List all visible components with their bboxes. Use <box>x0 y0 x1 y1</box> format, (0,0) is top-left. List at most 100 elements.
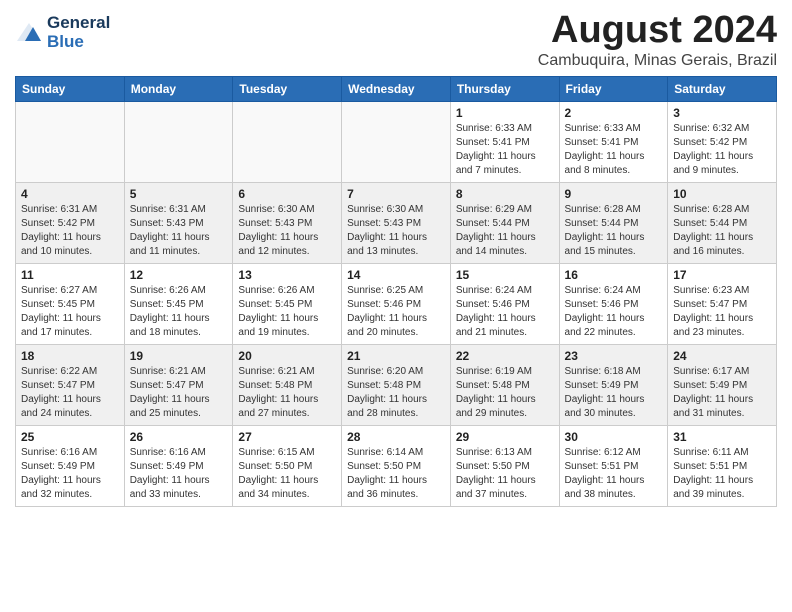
day-number: 9 <box>565 187 663 201</box>
calendar-cell <box>342 101 451 182</box>
logo-text-line2: Blue <box>47 33 110 52</box>
calendar-cell: 3 Sunrise: 6:32 AM Sunset: 5:42 PM Daylig… <box>668 101 777 182</box>
day-info: Sunrise: 6:25 AM Sunset: 5:46 PM Dayligh… <box>347 284 445 340</box>
logo-text-line1: General <box>47 14 110 33</box>
day-number: 4 <box>21 187 119 201</box>
day-info: Sunrise: 6:30 AM Sunset: 5:43 PM Dayligh… <box>347 203 445 259</box>
calendar-cell: 7Sunrise: 6:30 AM Sunset: 5:43 PM Daylig… <box>342 182 451 263</box>
day-number: 29 <box>456 430 554 444</box>
calendar-cell: 10 Sunrise: 6:28 AM Sunset: 5:44 PM Dayli… <box>668 182 777 263</box>
day-info: Sunrise: 6:32 AM Sunset: 5:42 PM Dayligh… <box>673 122 771 178</box>
day-info: Sunrise: 6:19 AM Sunset: 5:48 PM Dayligh… <box>456 365 554 421</box>
day-info: Sunrise: 6:28 AM Sunset: 5:44 PM Dayligh… <box>565 203 663 259</box>
weekday-header-monday: Monday <box>124 76 233 101</box>
day-number: 30 <box>565 430 663 444</box>
day-info: Sunrise: 6:22 AM Sunset: 5:47 PM Dayligh… <box>21 365 119 421</box>
day-number: 10 <box>673 187 771 201</box>
day-info: Sunrise: 6:21 AM Sunset: 5:47 PM Dayligh… <box>130 365 228 421</box>
title-area: August 2024 Cambuquira, Minas Gerais, Br… <box>538 10 777 70</box>
day-info: Sunrise: 6:17 AM Sunset: 5:49 PM Dayligh… <box>673 365 771 421</box>
weekday-header-friday: Friday <box>559 76 668 101</box>
day-info: Sunrise: 6:15 AM Sunset: 5:50 PM Dayligh… <box>238 446 336 502</box>
month-title: August 2024 <box>538 10 777 52</box>
calendar-cell: 23 Sunrise: 6:18 AM Sunset: 5:49 PM Dayli… <box>559 344 668 425</box>
logo: General Blue <box>15 14 110 51</box>
day-info: Sunrise: 6:26 AM Sunset: 5:45 PM Dayligh… <box>130 284 228 340</box>
calendar-cell <box>16 101 125 182</box>
calendar-cell: 26 Sunrise: 6:16 AM Sunset: 5:49 PM Dayli… <box>124 425 233 506</box>
calendar-cell <box>233 101 342 182</box>
day-number: 31 <box>673 430 771 444</box>
day-info: Sunrise: 6:28 AM Sunset: 5:44 PM Dayligh… <box>673 203 771 259</box>
location-title: Cambuquira, Minas Gerais, Brazil <box>538 52 777 70</box>
day-number: 15 <box>456 268 554 282</box>
weekday-header-saturday: Saturday <box>668 76 777 101</box>
calendar-cell: 15 Sunrise: 6:24 AM Sunset: 5:46 PM Dayli… <box>450 263 559 344</box>
calendar-table: SundayMondayTuesdayWednesdayThursdayFrid… <box>15 76 777 507</box>
calendar-cell: 24 Sunrise: 6:17 AM Sunset: 5:49 PM Dayli… <box>668 344 777 425</box>
calendar-week-row: 25 Sunrise: 6:16 AM Sunset: 5:49 PM Dayli… <box>16 425 777 506</box>
calendar-cell: 8 Sunrise: 6:29 AM Sunset: 5:44 PM Daylig… <box>450 182 559 263</box>
calendar-cell: 16Sunrise: 6:24 AM Sunset: 5:46 PM Dayli… <box>559 263 668 344</box>
day-info: Sunrise: 6:13 AM Sunset: 5:50 PM Dayligh… <box>456 446 554 502</box>
logo-icon <box>15 19 43 47</box>
day-number: 18 <box>21 349 119 363</box>
page-header: General Blue August 2024 Cambuquira, Min… <box>15 10 777 70</box>
day-info: Sunrise: 6:11 AM Sunset: 5:51 PM Dayligh… <box>673 446 771 502</box>
day-info: Sunrise: 6:12 AM Sunset: 5:51 PM Dayligh… <box>565 446 663 502</box>
calendar-cell: 19Sunrise: 6:21 AM Sunset: 5:47 PM Dayli… <box>124 344 233 425</box>
day-number: 24 <box>673 349 771 363</box>
day-number: 13 <box>238 268 336 282</box>
day-info: Sunrise: 6:26 AM Sunset: 5:45 PM Dayligh… <box>238 284 336 340</box>
day-info: Sunrise: 6:16 AM Sunset: 5:49 PM Dayligh… <box>130 446 228 502</box>
day-info: Sunrise: 6:31 AM Sunset: 5:42 PM Dayligh… <box>21 203 119 259</box>
weekday-header-tuesday: Tuesday <box>233 76 342 101</box>
day-info: Sunrise: 6:18 AM Sunset: 5:49 PM Dayligh… <box>565 365 663 421</box>
calendar-cell: 11 Sunrise: 6:27 AM Sunset: 5:45 PM Dayli… <box>16 263 125 344</box>
calendar-cell: 22 Sunrise: 6:19 AM Sunset: 5:48 PM Dayli… <box>450 344 559 425</box>
day-number: 17 <box>673 268 771 282</box>
weekday-header-thursday: Thursday <box>450 76 559 101</box>
day-number: 11 <box>21 268 119 282</box>
calendar-cell: 29 Sunrise: 6:13 AM Sunset: 5:50 PM Dayli… <box>450 425 559 506</box>
day-info: Sunrise: 6:20 AM Sunset: 5:48 PM Dayligh… <box>347 365 445 421</box>
day-number: 6 <box>238 187 336 201</box>
calendar-cell: 27 Sunrise: 6:15 AM Sunset: 5:50 PM Dayli… <box>233 425 342 506</box>
weekday-header-wednesday: Wednesday <box>342 76 451 101</box>
calendar-cell: 21 Sunrise: 6:20 AM Sunset: 5:48 PM Dayli… <box>342 344 451 425</box>
weekday-header-row: SundayMondayTuesdayWednesdayThursdayFrid… <box>16 76 777 101</box>
calendar-cell: 20 Sunrise: 6:21 AM Sunset: 5:48 PM Dayli… <box>233 344 342 425</box>
calendar-cell: 12 Sunrise: 6:26 AM Sunset: 5:45 PM Dayli… <box>124 263 233 344</box>
day-info: Sunrise: 6:21 AM Sunset: 5:48 PM Dayligh… <box>238 365 336 421</box>
calendar-cell: 1Sunrise: 6:33 AM Sunset: 5:41 PM Daylig… <box>450 101 559 182</box>
day-number: 26 <box>130 430 228 444</box>
calendar-cell <box>124 101 233 182</box>
day-number: 25 <box>21 430 119 444</box>
calendar-week-row: 11 Sunrise: 6:27 AM Sunset: 5:45 PM Dayli… <box>16 263 777 344</box>
day-info: Sunrise: 6:24 AM Sunset: 5:46 PM Dayligh… <box>456 284 554 340</box>
calendar-cell: 25 Sunrise: 6:16 AM Sunset: 5:49 PM Dayli… <box>16 425 125 506</box>
day-number: 21 <box>347 349 445 363</box>
calendar-cell: 2Sunrise: 6:33 AM Sunset: 5:41 PM Daylig… <box>559 101 668 182</box>
calendar-cell: 13 Sunrise: 6:26 AM Sunset: 5:45 PM Dayli… <box>233 263 342 344</box>
day-info: Sunrise: 6:30 AM Sunset: 5:43 PM Dayligh… <box>238 203 336 259</box>
day-number: 27 <box>238 430 336 444</box>
day-number: 16 <box>565 268 663 282</box>
day-number: 5 <box>130 187 228 201</box>
calendar-cell: 28Sunrise: 6:14 AM Sunset: 5:50 PM Dayli… <box>342 425 451 506</box>
day-number: 22 <box>456 349 554 363</box>
calendar-cell: 17 Sunrise: 6:23 AM Sunset: 5:47 PM Dayli… <box>668 263 777 344</box>
calendar-cell: 14Sunrise: 6:25 AM Sunset: 5:46 PM Dayli… <box>342 263 451 344</box>
day-number: 3 <box>673 106 771 120</box>
day-info: Sunrise: 6:23 AM Sunset: 5:47 PM Dayligh… <box>673 284 771 340</box>
day-number: 12 <box>130 268 228 282</box>
calendar-cell: 4 Sunrise: 6:31 AM Sunset: 5:42 PM Daylig… <box>16 182 125 263</box>
day-info: Sunrise: 6:16 AM Sunset: 5:49 PM Dayligh… <box>21 446 119 502</box>
day-number: 23 <box>565 349 663 363</box>
day-number: 20 <box>238 349 336 363</box>
day-info: Sunrise: 6:27 AM Sunset: 5:45 PM Dayligh… <box>21 284 119 340</box>
day-info: Sunrise: 6:14 AM Sunset: 5:50 PM Dayligh… <box>347 446 445 502</box>
day-number: 8 <box>456 187 554 201</box>
day-info: Sunrise: 6:29 AM Sunset: 5:44 PM Dayligh… <box>456 203 554 259</box>
calendar-cell: 5Sunrise: 6:31 AM Sunset: 5:43 PM Daylig… <box>124 182 233 263</box>
